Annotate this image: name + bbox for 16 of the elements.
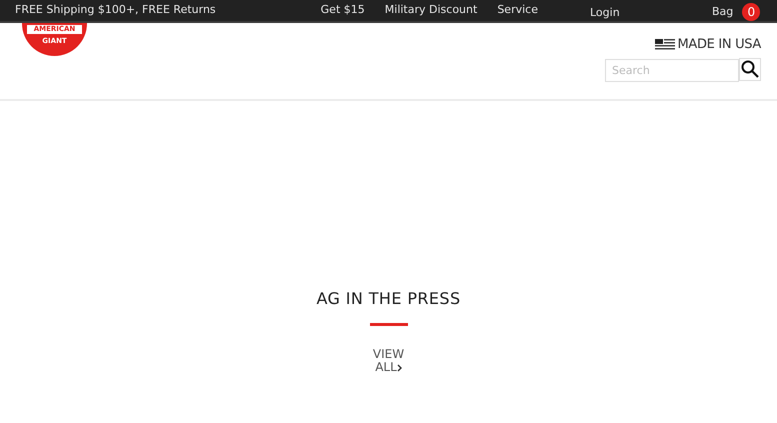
search-button[interactable] bbox=[739, 58, 761, 80]
search-icon bbox=[741, 60, 759, 78]
nav-link[interactable]: Military Discount bbox=[384, 2, 478, 19]
nav-link[interactable]: Service bbox=[497, 2, 538, 19]
made-in-usa-text: MADE IN USA bbox=[678, 36, 761, 54]
section-heading: AG IN THE PRESS bbox=[316, 288, 461, 310]
search-field[interactable]: Search bbox=[605, 58, 739, 82]
bag-count-badge: 0 bbox=[742, 3, 760, 21]
promo-text: FREE Shipping $100+, FREE Returns bbox=[15, 2, 216, 18]
nav-link[interactable]: Get $15 bbox=[320, 2, 365, 19]
flag-icon bbox=[654, 39, 675, 50]
chevron-right-icon bbox=[396, 364, 402, 372]
login-link[interactable]: Login bbox=[590, 5, 620, 22]
heading-underline bbox=[370, 323, 408, 326]
bag-link[interactable]: Bag 0 bbox=[712, 3, 760, 21]
view-all-link[interactable]: VIEW ALL bbox=[372, 348, 404, 374]
